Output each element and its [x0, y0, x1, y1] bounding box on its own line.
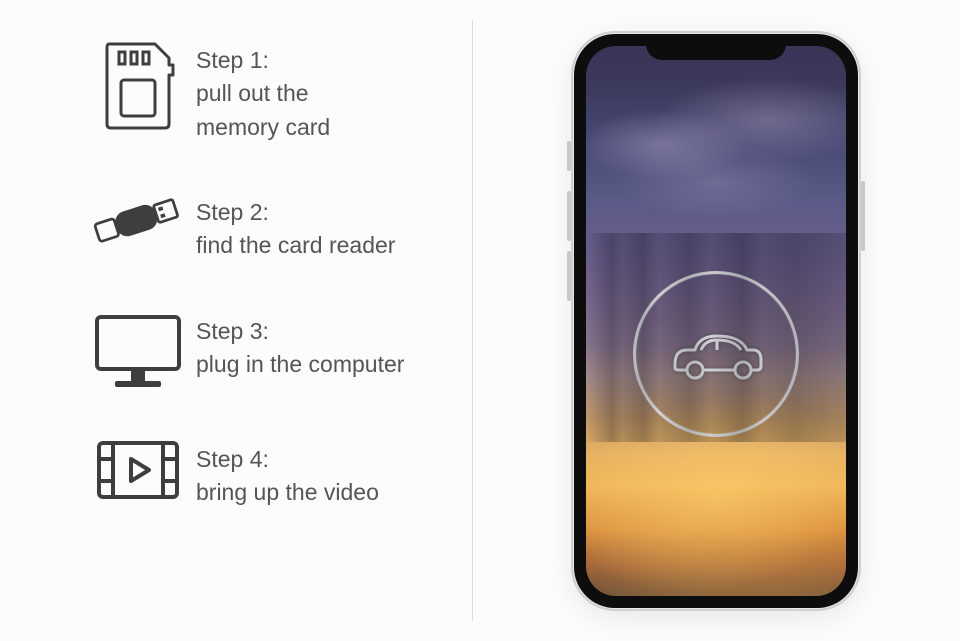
smartphone-mockup: [571, 31, 861, 611]
phone-side-button: [567, 141, 571, 171]
phone-side-button: [861, 181, 865, 251]
step-desc-line1: pull out the: [196, 77, 330, 110]
step-desc-line1: plug in the computer: [196, 348, 404, 381]
phone-bezel: [574, 34, 858, 608]
steps-column: Step 1: pull out the memory card: [0, 0, 472, 641]
phone-screen-cityscape: [586, 46, 846, 596]
vertical-divider: [472, 20, 473, 621]
step-3: Step 3: plug in the computer: [88, 311, 472, 391]
step-2-text: Step 2: find the card reader: [188, 192, 395, 263]
step-title: Step 2:: [196, 196, 395, 229]
step-1: Step 1: pull out the memory card: [88, 40, 472, 144]
city-light-trails: [586, 296, 846, 595]
step-4-text: Step 4: bring up the video: [188, 439, 379, 510]
video-film-icon: [88, 439, 188, 501]
step-1-text: Step 1: pull out the memory card: [188, 40, 330, 144]
step-title: Step 4:: [196, 443, 379, 476]
phone-side-button: [567, 251, 571, 301]
step-4: Step 4: bring up the video: [88, 439, 472, 510]
computer-monitor-icon: [88, 311, 188, 391]
step-desc-line1: find the card reader: [196, 229, 395, 262]
step-title: Step 3:: [196, 315, 404, 348]
step-2: Step 2: find the card reader: [88, 192, 472, 263]
phone-notch: [646, 34, 786, 60]
step-desc-line2: memory card: [196, 111, 330, 144]
sky-clouds: [586, 46, 846, 294]
phone-column: [472, 0, 960, 641]
step-desc-line1: bring up the video: [196, 476, 379, 509]
memory-card-icon: [88, 40, 188, 132]
phone-side-button: [567, 191, 571, 241]
car-in-circle-icon: [633, 271, 799, 437]
page: Step 1: pull out the memory card: [0, 0, 960, 641]
step-title: Step 1:: [196, 44, 330, 77]
step-3-text: Step 3: plug in the computer: [188, 311, 404, 382]
card-reader-icon: [88, 192, 188, 248]
